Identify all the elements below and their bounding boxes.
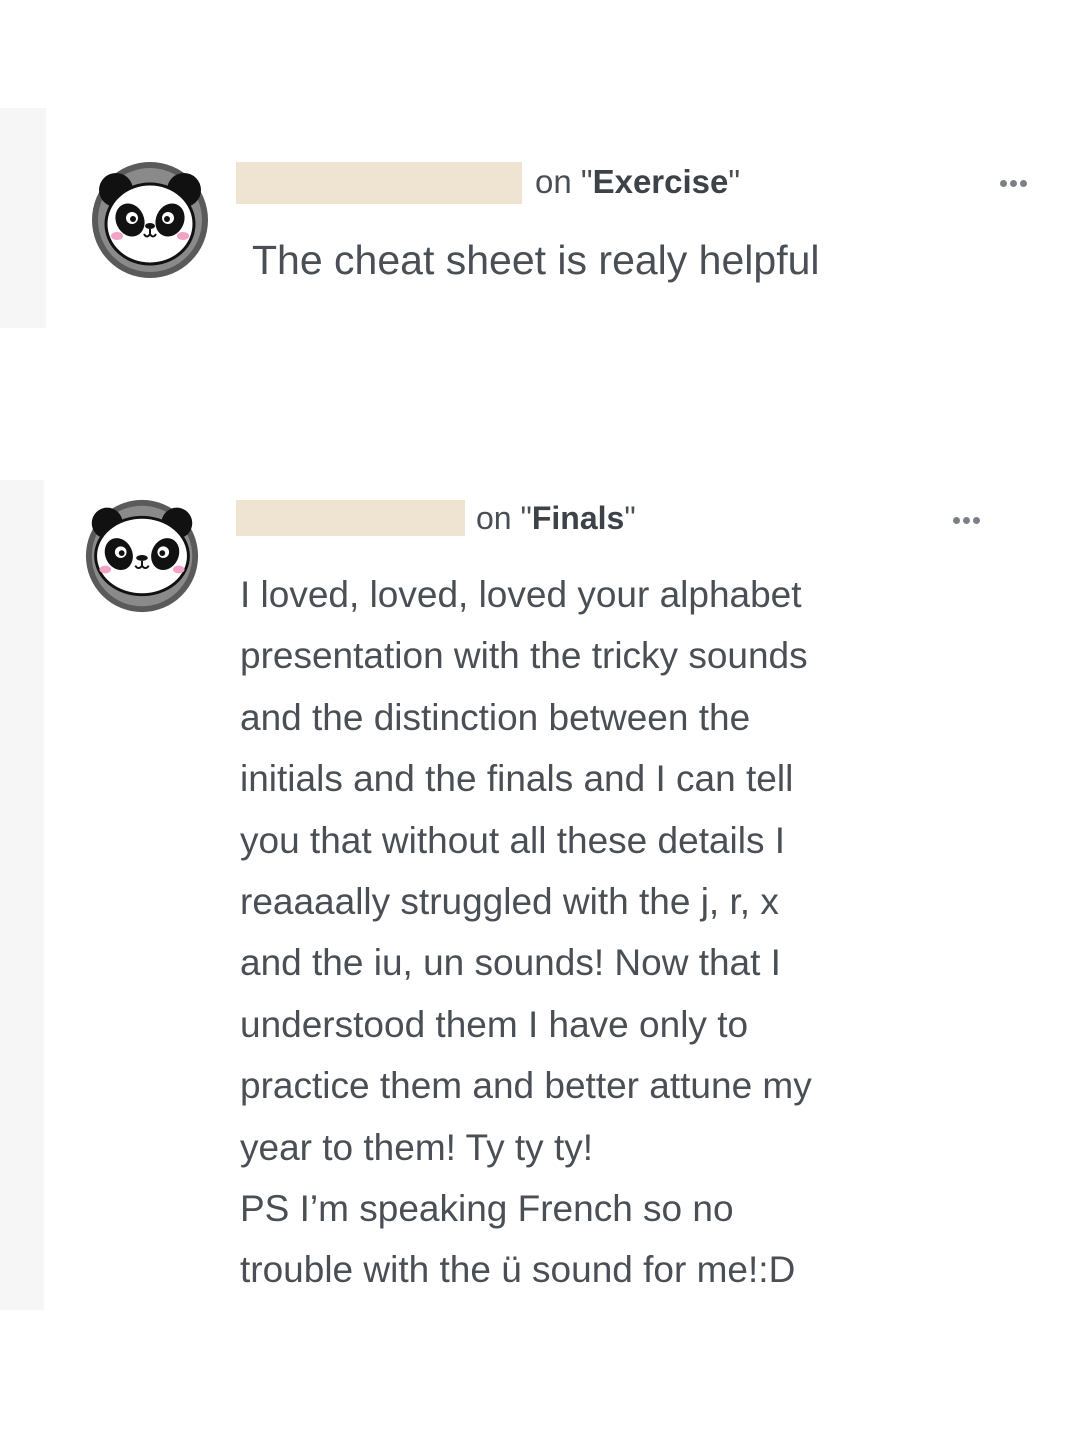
context-suffix: " <box>728 163 741 200</box>
menu-dot <box>973 517 980 524</box>
context-prefix: on " <box>476 500 532 536</box>
comment-card: on "Finals" I loved, loved, loved your a… <box>0 480 1080 1310</box>
context-prefix: on " <box>535 163 593 200</box>
comment-card: on "Exercise" The cheat sheet is realy h… <box>0 108 1080 328</box>
comment-text: The cheat sheet is realy helpful <box>252 237 820 283</box>
context-suffix: " <box>624 500 636 536</box>
comment-left-rail <box>0 108 46 328</box>
menu-dot <box>1000 180 1007 187</box>
comment-context: on "Exercise" <box>535 163 740 201</box>
menu-dot <box>963 517 970 524</box>
menu-dot <box>1010 180 1017 187</box>
comment-text: I loved, loved, loved your alphabet pres… <box>240 574 812 1291</box>
menu-dot <box>1020 180 1027 187</box>
panda-avatar-icon[interactable] <box>90 160 210 280</box>
username-redacted[interactable] <box>236 162 522 204</box>
more-options-icon[interactable] <box>1000 180 1027 187</box>
context-topic-link[interactable]: Finals <box>532 500 624 536</box>
comment-left-rail <box>0 480 44 1310</box>
username-redacted[interactable] <box>236 500 465 536</box>
more-options-icon[interactable] <box>953 517 980 524</box>
comment-context: on "Finals" <box>476 500 636 537</box>
comments-page: on "Exercise" The cheat sheet is realy h… <box>0 0 1080 1440</box>
menu-dot <box>953 517 960 524</box>
context-topic-link[interactable]: Exercise <box>593 163 729 200</box>
panda-avatar-icon[interactable] <box>84 498 200 614</box>
